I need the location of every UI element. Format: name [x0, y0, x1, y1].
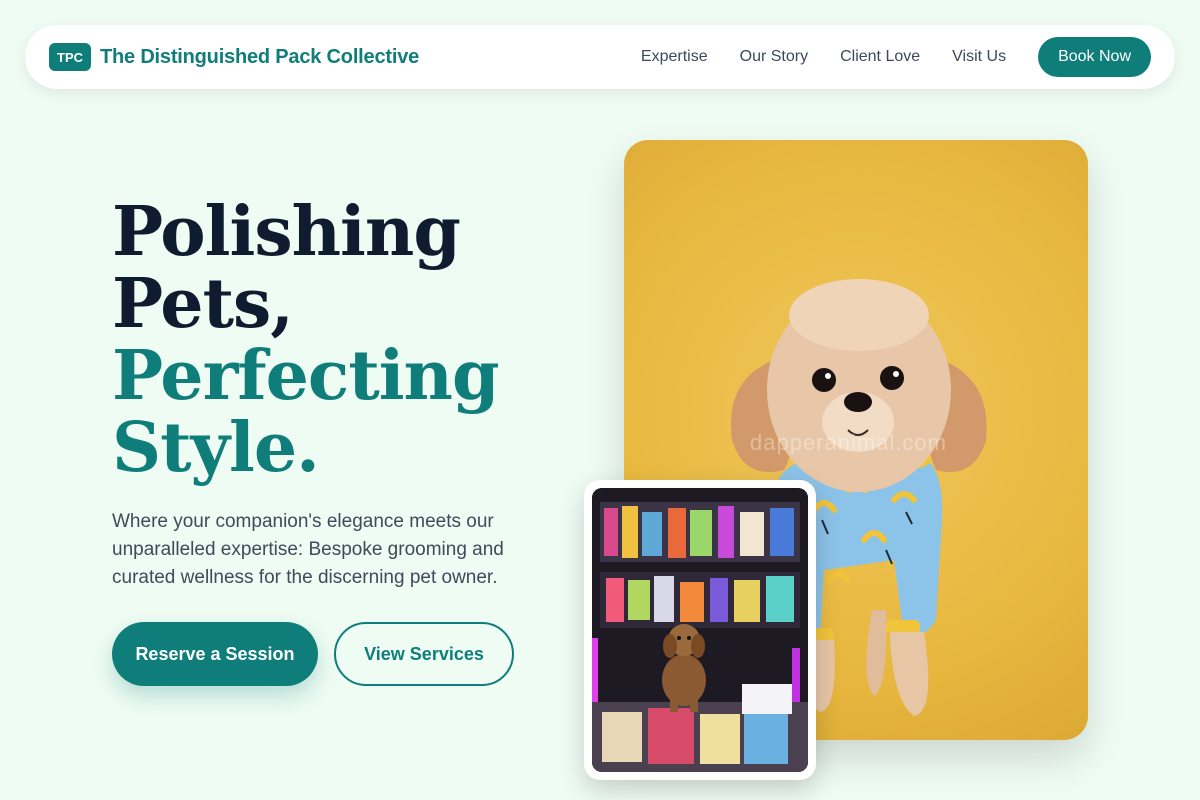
hero-subtitle: Where your companion's elegance meets ou…	[112, 511, 504, 588]
photo-watermark: dapperanimal.com	[750, 430, 947, 455]
hero-title-line-4: Style.	[112, 408, 320, 488]
navbar: TPC The Distinguished Pack Collective Ex…	[25, 25, 1175, 89]
inset-photo-frame	[584, 480, 816, 780]
shop-illustration	[592, 488, 808, 772]
hero-title-line-1: Polishing	[112, 192, 461, 272]
hero-title-line-2: Pets,	[112, 264, 294, 344]
book-now-button[interactable]: Book Now	[1038, 37, 1151, 77]
logo-badge[interactable]: TPC	[49, 43, 91, 71]
view-services-button[interactable]: View Services	[334, 622, 514, 686]
shop-dog-photo	[592, 488, 808, 772]
nav-link-client-love[interactable]: Client Love	[840, 48, 920, 66]
brand-name[interactable]: The Distinguished Pack Collective	[100, 46, 419, 69]
reserve-session-button[interactable]: Reserve a Session	[112, 622, 318, 686]
hero-title: Polishing Pets, Perfecting Style.	[112, 192, 500, 488]
nav-link-expertise[interactable]: Expertise	[641, 48, 708, 66]
hero-title-line-3: Perfecting	[112, 336, 500, 416]
nav-link-visit-us[interactable]: Visit Us	[952, 48, 1006, 66]
nav-link-our-story[interactable]: Our Story	[740, 48, 808, 66]
nav-links: Expertise Our Story Client Love Visit Us…	[641, 37, 1151, 77]
